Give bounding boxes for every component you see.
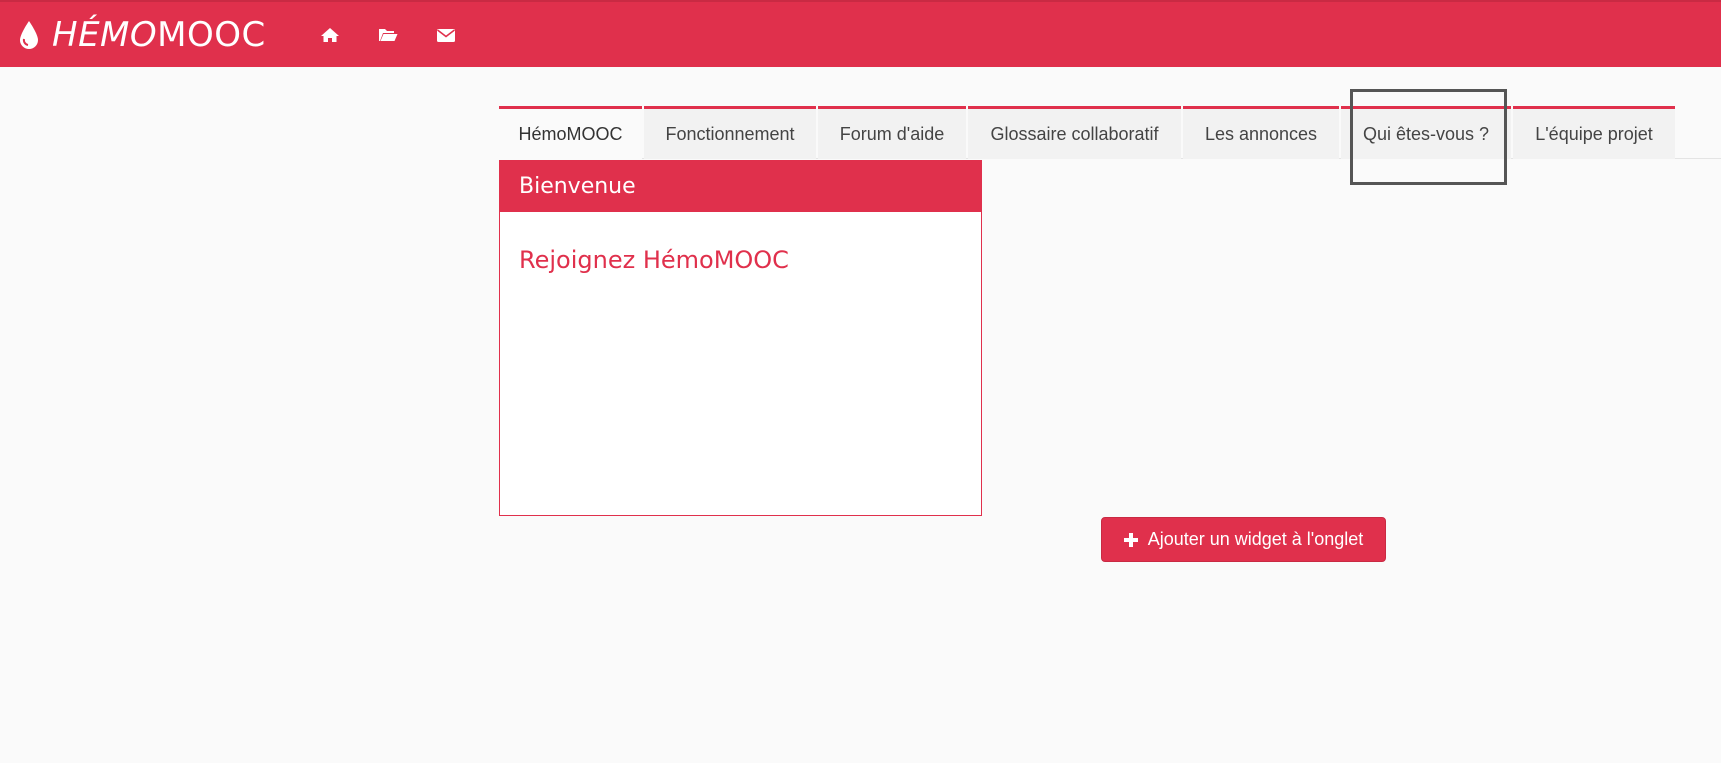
tab-hemomooc[interactable]: HémoMOOC: [499, 106, 642, 159]
header-icon-group: [301, 25, 475, 45]
folder-open-icon[interactable]: [378, 25, 398, 45]
tab-label: Forum d'aide: [839, 123, 945, 144]
tab-les-annonces[interactable]: Les annonces: [1183, 106, 1339, 159]
widget-title: Bienvenue: [500, 161, 981, 212]
plus-icon: [1123, 532, 1138, 547]
home-icon[interactable]: [320, 25, 340, 45]
tab-label: Les annonces: [1204, 123, 1318, 144]
drop-icon: [20, 20, 38, 49]
tab-forum-aide[interactable]: Forum d'aide: [818, 106, 966, 159]
add-widget-button[interactable]: Ajouter un widget à l'onglet: [1101, 517, 1386, 562]
welcome-widget: Bienvenue Rejoignez HémoMOOC: [499, 160, 982, 516]
tab-label: Glossaire collaboratif: [990, 123, 1159, 144]
top-navbar: HÉMOMOOC: [0, 0, 1721, 67]
tab-qui-etes-vous[interactable]: Qui êtes-vous ?: [1341, 106, 1511, 159]
tab-label: HémoMOOC: [518, 123, 623, 144]
brand-logo[interactable]: HÉMOMOOC: [18, 2, 266, 67]
brand-name-main: HÉMO: [52, 14, 158, 55]
envelope-icon[interactable]: [436, 25, 456, 45]
tab-equipe-projet[interactable]: L'équipe projet: [1513, 106, 1675, 159]
brand-name: HÉMOMOOC: [52, 15, 266, 55]
tab-bar: HémoMOOC Fonctionnement Forum d'aide Glo…: [499, 106, 1721, 159]
tab-label: Qui êtes-vous ?: [1362, 123, 1490, 144]
tab-fonctionnement[interactable]: Fonctionnement: [644, 106, 816, 159]
tab-label: Fonctionnement: [665, 123, 795, 144]
add-widget-label: Ajouter un widget à l'onglet: [1147, 529, 1364, 549]
join-link[interactable]: Rejoignez HémoMOOC: [519, 246, 981, 274]
brand-name-rest: MOOC: [157, 14, 266, 55]
tab-label: L'équipe projet: [1535, 123, 1653, 144]
tab-glossaire-collaboratif[interactable]: Glossaire collaboratif: [968, 106, 1181, 159]
